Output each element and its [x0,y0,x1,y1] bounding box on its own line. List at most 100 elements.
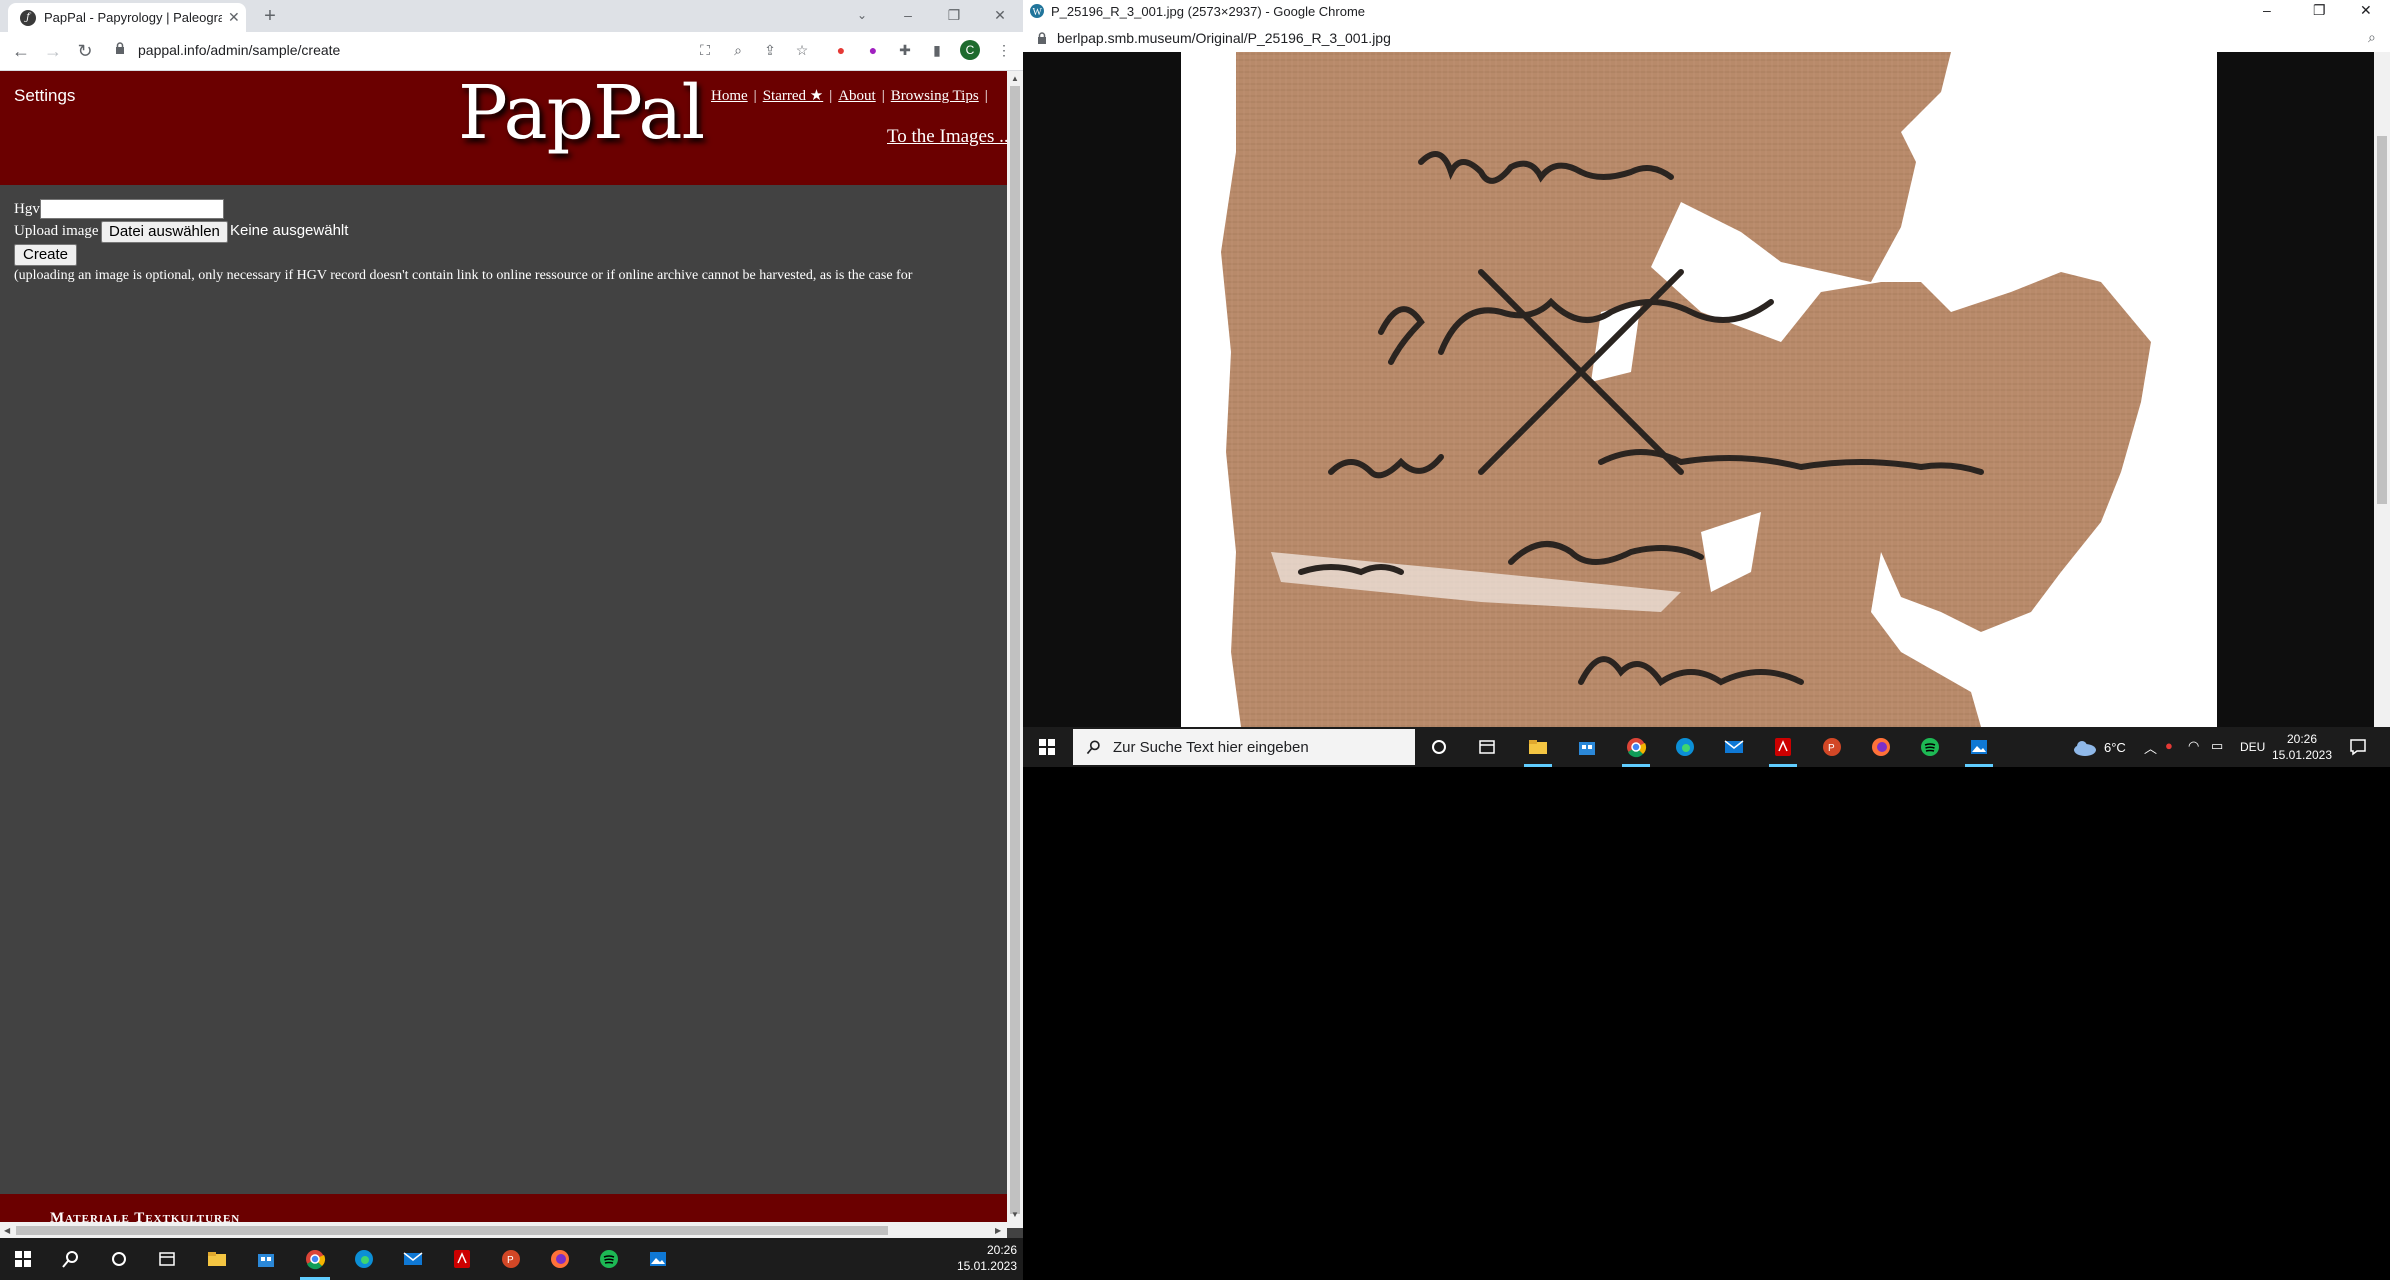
left-browser-window [0,0,1023,1280]
new-tab-icon[interactable]: + [258,4,282,28]
right-file-explorer-icon[interactable] [1527,736,1549,758]
right-lock-icon [1038,32,1046,44]
wordpress-favicon-icon: W [1030,4,1044,18]
taskbar-search-icon [1086,740,1100,755]
scroll-left-arrow-icon[interactable]: ◀ [4,1226,10,1235]
scroll-right-arrow-icon[interactable]: ▶ [995,1226,1001,1235]
right-cortana-icon[interactable] [1428,736,1450,758]
right-store-icon[interactable] [1576,736,1598,758]
papyrus-fragment-image[interactable] [1181,52,2217,727]
right-acrobat-icon[interactable] [1772,736,1794,758]
left-toolbar: ← → ↻ pappal.info/admin/sample/create ⛶ … [0,32,1023,71]
store-icon[interactable] [255,1248,277,1270]
right-spotify-icon[interactable] [1919,736,1941,758]
right-photos-icon[interactable] [1968,736,1990,758]
right-window-title: P_25196_R_3_001.jpg (2573×2937) - Google… [1051,4,1366,19]
restore-icon[interactable]: ❐ [931,0,977,32]
site-logo[interactable]: PapPal [458,70,705,156]
url-text: pappal.info/admin/sample/create [138,42,341,58]
edge-icon[interactable] [353,1248,375,1270]
taskbar-search-placeholder: Zur Suche Text hier eingeben [1113,739,1309,756]
right-clock-time: 20:26 [2286,732,2318,746]
settings-link[interactable]: Settings [14,86,75,106]
create-button[interactable]: Create [14,244,78,266]
profile-avatar[interactable]: C [960,40,980,60]
choose-file-button[interactable]: Datei auswählen [101,221,228,243]
weather-cloud-icon[interactable] [2072,739,2098,757]
clock-time: 20:26 [986,1243,1017,1257]
search-icon[interactable] [60,1248,82,1270]
right-restore-icon[interactable]: ❐ [2313,2,2326,19]
right-close-icon[interactable]: ✕ [2360,2,2372,19]
tab-close-icon[interactable]: ✕ [228,9,240,26]
windows-start-icon[interactable] [12,1248,34,1270]
back-icon[interactable]: ← [9,39,33,63]
right-zoom-icon[interactable]: ⌕ [2368,29,2376,46]
extension-red-icon[interactable]: ● [832,41,850,59]
extensions-puzzle-icon[interactable]: ✚ [896,41,914,59]
powerpoint-icon[interactable]: P [500,1248,522,1270]
battery-icon[interactable]: ▭ [2211,738,2223,754]
explorer-active-indicator [1524,764,1552,767]
upload-note: (uploading an image is optional, only ne… [14,268,913,283]
menu-kebab-icon[interactable]: ⋮ [995,41,1013,59]
notification-icon[interactable] [2348,737,2368,757]
translate-icon[interactable]: ⛶ [696,41,714,59]
hgv-input[interactable] [40,199,224,219]
cortana-icon[interactable] [108,1248,130,1270]
right-title-bar: W P_25196_R_3_001.jpg (2573×2937) - Goog… [1023,0,2390,24]
to-images-link[interactable]: To the Images ... [887,126,1013,148]
firefox-icon[interactable] [549,1248,571,1270]
right-vertical-scroll-thumb[interactable] [2377,136,2387,504]
forward-icon[interactable]: → [41,39,65,63]
right-chrome-active-indicator [1622,764,1650,767]
upload-image-label: Upload image [14,223,99,239]
tab-pappal[interactable]: ƒ PapPal - Papyrology | Paleograph ✕ [8,3,246,32]
acrobat-icon[interactable] [451,1248,473,1270]
nav-about[interactable]: About [838,88,876,104]
nav-starred[interactable]: Starred ★ [763,88,824,104]
right-chrome-icon[interactable] [1625,736,1647,758]
minimize-icon[interactable]: – [885,0,931,32]
file-explorer-icon[interactable] [206,1248,228,1270]
mail-icon[interactable] [402,1248,424,1270]
extension-purple-icon[interactable]: ● [864,41,882,59]
tray-chevron-icon[interactable]: ︿ [2144,738,2157,757]
top-nav: Home | Starred ★ | About | Browsing Tips | [711,88,988,104]
left-tab-strip: ƒ PapPal - Papyrology | Paleograph ✕ + ⌄… [0,0,1023,32]
left-taskbar-clock[interactable]: 20:26 15.01.2023 [945,1242,1017,1274]
share-icon[interactable]: ⇪ [761,41,779,59]
right-windows-start-icon[interactable] [1036,736,1058,758]
nav-browsing-tips[interactable]: Browsing Tips [891,88,979,104]
right-task-view-icon[interactable] [1476,736,1498,758]
task-view-icon[interactable] [156,1248,178,1270]
zoom-icon[interactable]: ⌕ [729,41,747,59]
svg-text:P: P [1828,743,1835,754]
close-window-icon[interactable]: ✕ [977,0,1023,32]
tab-search-icon[interactable]: ⌄ [839,0,885,32]
bookmark-star-icon[interactable]: ☆ [793,41,811,59]
photos-icon[interactable] [647,1248,669,1270]
scroll-down-arrow-icon[interactable]: ▼ [1011,1210,1019,1219]
svg-text:W: W [1033,7,1043,18]
horizontal-scroll-thumb[interactable] [16,1226,888,1235]
weather-temperature[interactable]: 6°C [2104,740,2126,755]
network-icon[interactable]: ◠ [2188,738,2199,754]
address-bar[interactable]: pappal.info/admin/sample/create [108,36,708,64]
reload-icon[interactable]: ↻ [73,39,97,63]
taskbar-search-box[interactable]: Zur Suche Text hier eingeben [1073,729,1415,765]
chrome-icon[interactable] [304,1248,326,1270]
scroll-up-arrow-icon[interactable]: ▲ [1011,74,1019,83]
right-address-bar[interactable]: berlpap.smb.museum/Original/P_25196_R_3_… [1023,24,2390,53]
spotify-icon[interactable] [598,1248,620,1270]
right-mail-icon[interactable] [1723,736,1745,758]
side-panel-icon[interactable]: ▮ [928,41,946,59]
right-powerpoint-icon[interactable]: P [1821,736,1843,758]
right-firefox-icon[interactable] [1870,736,1892,758]
right-minimize-icon[interactable]: – [2263,2,2271,18]
right-taskbar-clock[interactable]: 20:26 15.01.2023 [2262,731,2342,763]
nav-home[interactable]: Home [711,88,748,104]
right-edge-icon[interactable] [1674,736,1696,758]
tray-alert-icon[interactable]: ● [2165,738,2173,753]
vertical-scroll-thumb[interactable] [1010,86,1020,1214]
